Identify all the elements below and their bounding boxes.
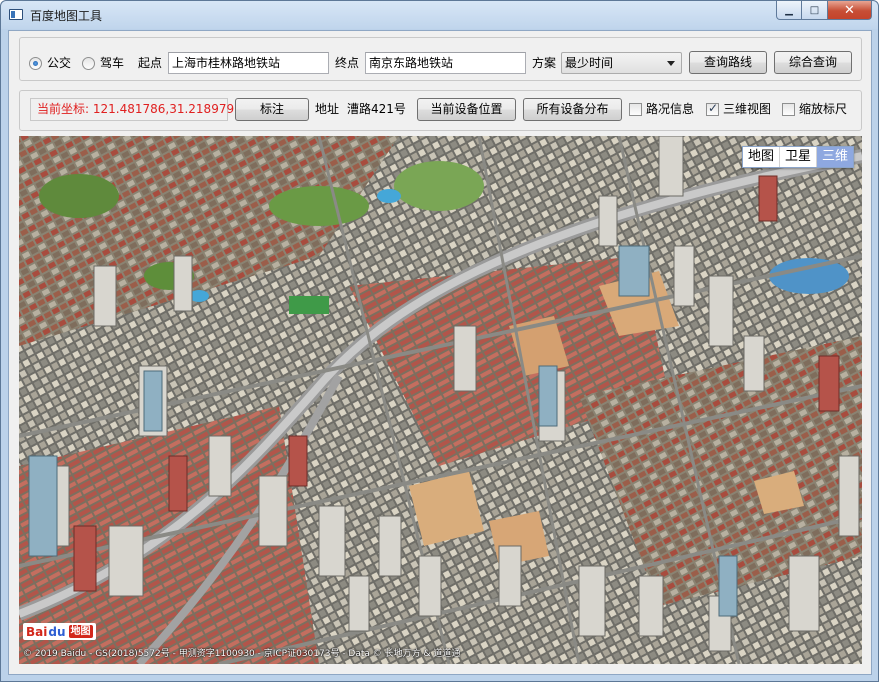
end-input[interactable]: 南京东路地铁站 (365, 52, 526, 74)
scale-checkbox[interactable] (782, 103, 795, 116)
address-input[interactable]: 漕路421号 (343, 98, 409, 120)
map-type-satellite-button[interactable]: 卫星 (780, 147, 817, 167)
bus-mode-radio[interactable] (29, 57, 42, 70)
current-device-button[interactable]: 当前设备位置 (417, 98, 516, 121)
map-type-switch: 地图 卫星 三维 (741, 146, 854, 168)
map-view[interactable]: 地图 卫星 三维 Bai du 地图 © 2019 Baidu - GS(201… (19, 136, 862, 664)
start-input[interactable]: 上海市桂林路地铁站 (168, 52, 329, 74)
map-canvas[interactable] (19, 136, 862, 664)
traffic-label[interactable]: 路况信息 (646, 101, 694, 117)
bus-mode-label[interactable]: 公交 (47, 55, 71, 71)
map-type-map-button[interactable]: 地图 (743, 147, 780, 167)
address-label: 地址 (315, 102, 340, 116)
start-label: 起点 (138, 56, 163, 70)
paw-icon: du (48, 624, 66, 639)
drive-mode-label[interactable]: 驾车 (100, 55, 124, 71)
current-coordinate: 当前坐标: 121.481786,31.218979 (30, 98, 234, 121)
baidu-logo-text: Bai (26, 624, 48, 639)
maximize-button[interactable]: □ (802, 1, 828, 20)
baidu-logo-word: 地图 (68, 625, 93, 638)
client-area: 公交 驾车 起点 上海市桂林路地铁站 终点 南京东路地铁站 方案 最少时间 查询… (8, 30, 872, 675)
minimize-button[interactable]: ▁ (776, 1, 802, 20)
plan-select-value: 最少时间 (565, 56, 614, 70)
mark-button[interactable]: 标注 (235, 98, 309, 121)
query-route-button[interactable]: 查询路线 (689, 51, 767, 74)
plan-select[interactable]: 最少时间 (561, 52, 682, 74)
3d-view-label[interactable]: 三维视图 (723, 101, 771, 117)
combined-query-button[interactable]: 综合查询 (774, 51, 852, 74)
caption-buttons: ▁ □ ✕ (776, 1, 872, 20)
app-icon (9, 9, 23, 20)
app-window: 百度地图工具 ▁ □ ✕ 公交 驾车 起点 上海市桂林路地铁站 终点 南京东路地… (0, 0, 879, 682)
window-title: 百度地图工具 (30, 9, 103, 23)
3d-view-checkbox[interactable] (706, 101, 719, 116)
plan-label: 方案 (532, 56, 557, 70)
map-type-3d-button[interactable]: 三维 (816, 147, 853, 167)
traffic-checkbox[interactable] (629, 103, 642, 116)
all-devices-button[interactable]: 所有设备分布 (523, 98, 622, 121)
scale-label[interactable]: 缩放标尺 (799, 101, 847, 117)
drive-mode-radio[interactable] (82, 57, 95, 70)
end-label: 终点 (335, 56, 360, 70)
chevron-down-icon (667, 61, 675, 66)
baidu-logo[interactable]: Bai du 地图 (23, 623, 96, 640)
close-button[interactable]: ✕ (828, 1, 872, 20)
title-bar[interactable]: 百度地图工具 ▁ □ ✕ (1, 1, 878, 29)
map-copyright: © 2019 Baidu - GS(2018)5572号 - 甲测资字11009… (23, 649, 461, 659)
